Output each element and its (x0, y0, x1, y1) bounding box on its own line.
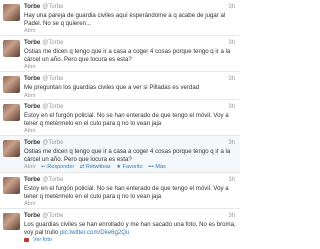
tweet-text: Hay una pareja de guardia civiles aquí e… (24, 12, 226, 27)
photo-link[interactable]: pic.twitter.com/Dke6g2Qu (60, 229, 129, 236)
tweet-author-handle[interactable]: @Torbe (42, 104, 63, 110)
tweet-author-name[interactable]: Torbe (24, 104, 40, 110)
tweet-expand-link[interactable]: Abrir (24, 127, 236, 135)
avatar[interactable] (3, 40, 20, 57)
tweet-timestamp[interactable]: 3h (228, 39, 235, 48)
tweet-text: Los guardias civiles se han enrollado y … (24, 221, 236, 236)
view-photo-label: Ver foto (33, 237, 52, 244)
tweet-author-name[interactable]: Torbe (24, 40, 40, 46)
tweet-author-handle[interactable]: @Torbe (42, 177, 63, 183)
tweet-expand-link[interactable]: Abrir (24, 63, 236, 71)
tweet-text-body: Los guardias civiles se han enrollado y … (24, 221, 236, 236)
tweet-expand-link[interactable]: Abrir (24, 92, 236, 100)
tweet-author-handle[interactable]: @Torbe (42, 4, 63, 10)
tweet-action-bar: Abrir ↩ Responder ⇄ Retwittear ★ Favorit… (24, 163, 236, 171)
tweet-expand-link[interactable]: Abrir (24, 200, 236, 208)
tweet-text: Ostias me dicen q tengo que ir a casa a … (24, 148, 231, 163)
avatar[interactable] (3, 76, 20, 93)
tweet[interactable]: Torbe @Torbe 3h Estoy en el furgón polici… (0, 173, 240, 209)
avatar[interactable] (3, 140, 20, 157)
avatar[interactable] (3, 213, 20, 230)
tweet-timestamp[interactable]: 3h (228, 3, 235, 12)
tweet-text: Estoy en el furgón policial. No se han e… (24, 185, 229, 200)
favorite-button[interactable]: ★ Favorito (116, 164, 142, 170)
more-label: Más (155, 164, 166, 171)
retweet-button[interactable]: ⇄ Retwittear (80, 164, 111, 170)
tweet-timestamp[interactable]: 3h (228, 103, 235, 112)
view-photo-link[interactable]: Ver foto (24, 236, 236, 244)
photo-icon (24, 237, 29, 242)
avatar[interactable] (3, 177, 20, 194)
tweet-author-handle[interactable]: @Torbe (42, 76, 63, 82)
tweet-author-name[interactable]: Torbe (24, 76, 40, 82)
expand-link[interactable]: Abrir (24, 164, 36, 170)
tweet[interactable]: Torbe @Torbe 3h Los guardias civiles se h… (0, 209, 240, 249)
reply-icon: ↩ (41, 164, 46, 171)
tweet-author-name[interactable]: Torbe (24, 4, 40, 10)
tweet-text: Estoy en el furgón policial. No se han e… (24, 112, 229, 127)
tweet[interactable]: Torbe @Torbe 3h Estoy en el furgón polici… (0, 100, 240, 136)
tweet-timestamp[interactable]: 3h (228, 139, 235, 148)
tweet-author-handle[interactable]: @Torbe (42, 213, 63, 219)
tweet-timestamp[interactable]: 3h (228, 212, 235, 221)
tweet[interactable]: Torbe @Torbe 3h Me preguntan los guardias… (0, 72, 240, 100)
favorite-label: Favorito (122, 164, 143, 171)
retweet-label: Retwittear (85, 164, 111, 171)
tweet-expand-link[interactable]: Abrir (24, 27, 236, 35)
tweet-timestamp[interactable]: 3h (228, 176, 235, 185)
more-button[interactable]: ••• Más (148, 164, 166, 170)
more-icon: ••• (148, 164, 154, 171)
tweet-text: Ostias me dicen q tengo que ir a casa a … (24, 48, 231, 63)
retweet-icon: ⇄ (79, 164, 85, 171)
tweet-author-name[interactable]: Torbe (24, 213, 40, 219)
tweet-author-name[interactable]: Torbe (24, 177, 40, 183)
avatar[interactable] (3, 4, 20, 21)
tweet-text: Me preguntan los guardias civiles que a … (24, 84, 200, 91)
tweet-timestamp[interactable]: 3h (228, 75, 235, 84)
tweet-hovered[interactable]: Torbe @Torbe 3h Ostias me dicen q tengo q… (0, 136, 240, 173)
tweet-author-handle[interactable]: @Torbe (42, 40, 63, 46)
tweet-author-name[interactable]: Torbe (24, 140, 40, 146)
tweet-author-handle[interactable]: @Torbe (42, 140, 63, 146)
tweet[interactable]: Torbe @Torbe 3h Hay una pareja de guardia… (0, 0, 240, 36)
avatar[interactable] (3, 104, 20, 121)
tweet-feed: Torbe @Torbe 3h Hay una pareja de guardia… (0, 0, 240, 249)
reply-label: Responder (47, 164, 75, 171)
tweet[interactable]: Torbe @Torbe 3h Ostias me dicen q tengo q… (0, 36, 240, 72)
star-icon: ★ (116, 164, 122, 171)
reply-button[interactable]: ↩ Responder (41, 164, 74, 170)
